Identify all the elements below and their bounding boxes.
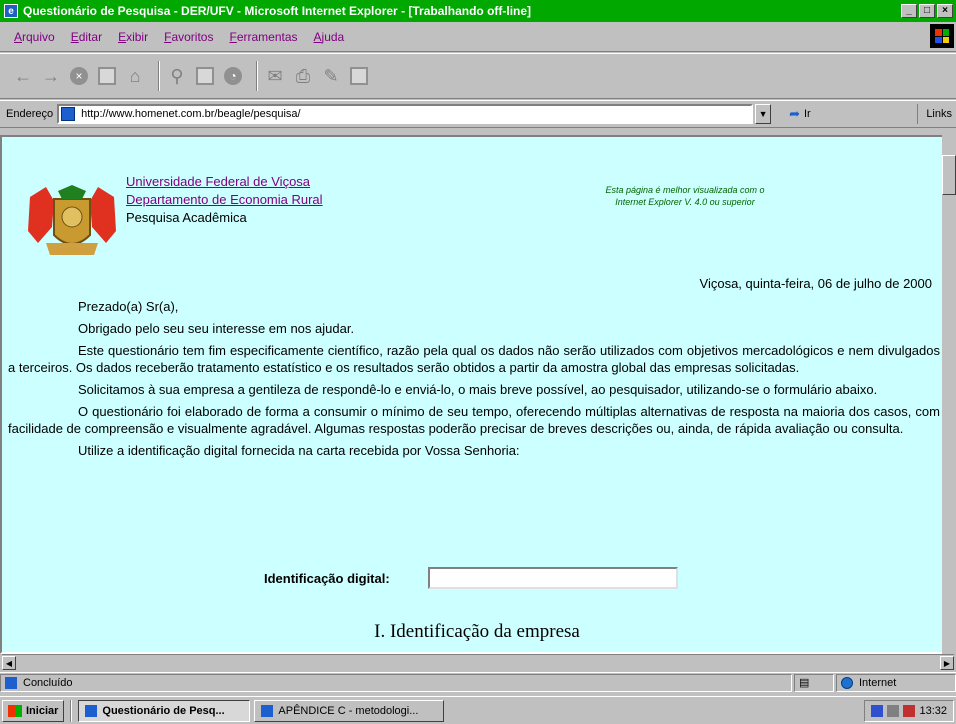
address-input[interactable]: http://www.homenet.com.br/beagle/pesquis… bbox=[57, 104, 754, 124]
letter-paragraph: Utilize a identificação digital fornecid… bbox=[78, 443, 520, 458]
letter-paragraph: Obrigado pelo seu seu interesse em nos a… bbox=[78, 321, 355, 336]
ie-icon: e bbox=[4, 4, 18, 18]
menu-arquivo[interactable]: Arquivo bbox=[14, 30, 55, 44]
go-label: Ir bbox=[804, 108, 811, 120]
address-label: Endereço bbox=[6, 108, 54, 120]
status-main: Concluído bbox=[0, 673, 792, 692]
page-subtitle: Pesquisa Acadêmica bbox=[126, 210, 247, 225]
windows-flag-icon bbox=[8, 704, 22, 717]
menu-exibir[interactable]: Exibir bbox=[118, 30, 148, 44]
browser-notice-line1: Esta página é melhor visualizada com o bbox=[605, 185, 765, 195]
go-arrow-icon: ➦ bbox=[789, 106, 800, 121]
windows-logo-icon bbox=[930, 24, 954, 48]
toolbar: ← → × ⌂ ⚲ ◔ ✉ ⎙ ✎ bbox=[0, 53, 956, 99]
edit-icon[interactable]: ✎ bbox=[320, 65, 342, 87]
toolbar-separator bbox=[158, 61, 160, 91]
task-label: Questionário de Pesq... bbox=[102, 704, 225, 717]
letter-date: Viçosa, quinta-feira, 06 de julho de 200… bbox=[699, 276, 932, 291]
address-bar: Endereço http://www.homenet.com.br/beagl… bbox=[0, 100, 956, 128]
print-icon[interactable]: ⎙ bbox=[292, 65, 314, 87]
stop-icon[interactable]: × bbox=[68, 65, 90, 87]
refresh-icon[interactable] bbox=[96, 65, 118, 87]
page-done-icon bbox=[5, 676, 17, 689]
zone-text: Internet bbox=[859, 676, 897, 689]
mail-icon[interactable]: ✉ bbox=[264, 65, 286, 87]
back-icon[interactable]: ← bbox=[12, 65, 34, 87]
close-button[interactable]: × bbox=[937, 4, 953, 18]
clock[interactable]: 13:32 bbox=[919, 705, 947, 717]
window-title-bar[interactable]: e Questionário de Pesquisa - DER/UFV - M… bbox=[0, 0, 956, 22]
university-link[interactable]: Universidade Federal de Viçosa bbox=[126, 173, 323, 191]
taskbar-item-apendice[interactable]: APÊNDICE C - metodologi... bbox=[254, 699, 445, 722]
address-url: http://www.homenet.com.br/beagle/pesquis… bbox=[81, 108, 301, 120]
favorites-icon[interactable] bbox=[194, 65, 216, 87]
letter-paragraph: Prezado(a) Sr(a), bbox=[78, 299, 179, 314]
menu-ajuda[interactable]: Ajuda bbox=[314, 30, 345, 44]
letter-paragraph: Solicitamos à sua empresa a gentileza de… bbox=[78, 382, 878, 397]
digital-id-row: Identificação digital: bbox=[264, 567, 678, 589]
minimize-button[interactable]: _ bbox=[901, 4, 917, 18]
menu-favoritos[interactable]: Favoritos bbox=[164, 30, 213, 44]
tray-app-icon[interactable] bbox=[903, 704, 916, 717]
discuss-icon[interactable] bbox=[348, 65, 370, 87]
department-link[interactable]: Departamento de Economia Rural bbox=[126, 191, 323, 209]
scroll-left-icon[interactable]: ◀ bbox=[2, 656, 16, 670]
university-header: Universidade Federal de Viçosa Departame… bbox=[126, 173, 323, 227]
browser-notice: Esta página é melhor visualizada com o I… bbox=[520, 184, 850, 208]
university-crest-logo bbox=[28, 185, 116, 255]
horizontal-scrollbar[interactable]: ◀ ▶ bbox=[2, 654, 954, 670]
browser-notice-line2: Internet Explorer V. 4.0 ou superior bbox=[615, 197, 755, 207]
ie-task-icon bbox=[85, 704, 98, 717]
maximize-button[interactable]: □ bbox=[919, 4, 935, 18]
system-tray: 13:32 bbox=[864, 699, 954, 722]
network-icon[interactable] bbox=[871, 704, 884, 717]
vertical-scrollbar[interactable] bbox=[942, 135, 956, 654]
go-button[interactable]: ➦ Ir bbox=[789, 106, 811, 122]
word-task-icon bbox=[261, 704, 274, 717]
taskbar-item-questionario[interactable]: Questionário de Pesq... bbox=[78, 699, 251, 722]
section-title: I. Identificação da empresa bbox=[374, 621, 580, 642]
forward-icon[interactable]: → bbox=[40, 65, 62, 87]
task-label: APÊNDICE C - metodologi... bbox=[278, 704, 419, 717]
search-icon[interactable]: ⚲ bbox=[166, 65, 188, 87]
address-dropdown-icon[interactable]: ▼ bbox=[755, 104, 772, 124]
volume-icon[interactable] bbox=[887, 704, 900, 717]
menu-ferramentas[interactable]: Ferramentas bbox=[229, 30, 297, 44]
start-label: Iniciar bbox=[26, 704, 59, 717]
window-title: Questionário de Pesquisa - DER/UFV - Mic… bbox=[23, 4, 532, 18]
security-zone: Internet bbox=[836, 673, 956, 692]
history-icon[interactable]: ◔ bbox=[222, 65, 244, 87]
start-button[interactable]: Iniciar bbox=[2, 699, 65, 722]
status-text: Concluído bbox=[23, 676, 73, 689]
digital-id-input[interactable] bbox=[427, 567, 678, 589]
links-button[interactable]: Links bbox=[917, 104, 952, 124]
menu-bar: Arquivo Editar Exibir Favoritos Ferramen… bbox=[0, 22, 956, 52]
globe-icon bbox=[841, 676, 853, 689]
page-icon bbox=[61, 107, 76, 121]
toolbar-separator bbox=[256, 61, 258, 91]
offline-icon: ▤ bbox=[794, 673, 834, 692]
scroll-right-icon[interactable]: ▶ bbox=[940, 656, 954, 670]
letter-paragraph: O questionário foi elaborado de forma a … bbox=[8, 404, 940, 436]
digital-id-label: Identificação digital: bbox=[264, 570, 390, 586]
letter-body: Prezado(a) Sr(a), Obrigado pelo seu seu … bbox=[8, 298, 940, 464]
letter-paragraph: Este questionário tem fim especificament… bbox=[8, 343, 940, 375]
vertical-scroll-thumb[interactable] bbox=[942, 155, 956, 195]
home-icon[interactable]: ⌂ bbox=[124, 65, 146, 87]
status-bar: Concluído ▤ Internet bbox=[0, 672, 956, 692]
taskbar: Iniciar Questionário de Pesq... APÊNDICE… bbox=[0, 696, 956, 724]
taskbar-separator bbox=[70, 699, 73, 722]
page-viewport: Universidade Federal de Viçosa Departame… bbox=[0, 135, 950, 654]
menu-editar[interactable]: Editar bbox=[71, 30, 102, 44]
